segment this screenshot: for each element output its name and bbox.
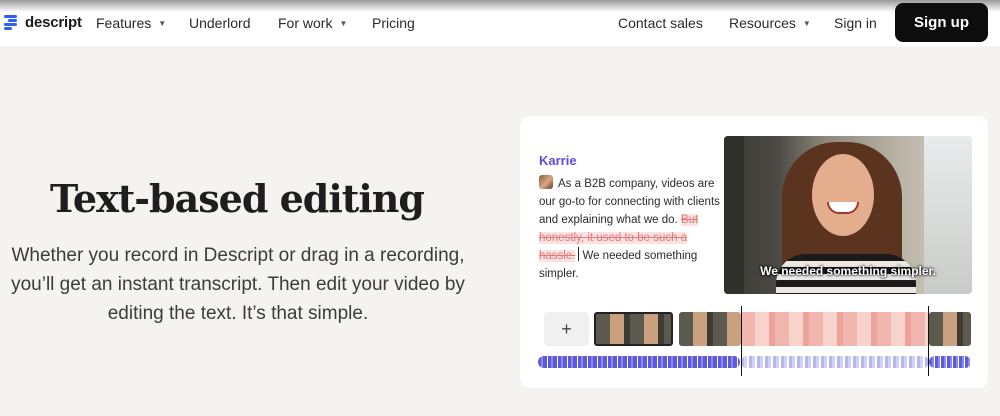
nav-resources[interactable]: Resources ▼ [729, 15, 811, 31]
sign-in-link[interactable]: Sign in [834, 15, 877, 31]
nav-underlord-label: Underlord [189, 15, 251, 31]
nav-contact-sales[interactable]: Contact sales [618, 15, 703, 31]
nav-pricing[interactable]: Pricing [372, 15, 415, 31]
descript-logo[interactable]: descript [4, 14, 82, 31]
browser-shadow [0, 0, 1000, 12]
nav-pricing-label: Pricing [372, 15, 415, 31]
chevron-down-icon: ▼ [339, 18, 348, 28]
video-preview[interactable]: We needed something simpler. [724, 136, 972, 294]
timeline-clip[interactable] [929, 312, 971, 346]
transcript-text[interactable]: As a B2B company, videos are our go-to f… [539, 175, 725, 283]
audio-waveform [929, 356, 971, 368]
audio-waveform [538, 356, 740, 368]
editor-demo-card: Karrie As a B2B company, videos are our … [520, 116, 988, 388]
timeline[interactable]: + [520, 306, 988, 378]
top-navigation: descript Features ▼ Underlord For work ▼… [0, 0, 1000, 46]
video-caption: We needed something simpler. [760, 264, 936, 278]
hero-description: Whether you record in Descript or drag i… [11, 245, 465, 324]
nav-for-work[interactable]: For work ▼ [278, 15, 347, 31]
sign-in-label: Sign in [834, 15, 877, 31]
nav-features-label: Features [96, 15, 152, 31]
nav-for-work-label: For work [278, 15, 333, 31]
hero-title: Text-based editing [49, 176, 425, 221]
timeline-clip-selected[interactable] [594, 312, 673, 346]
timeline-clip-deleted[interactable] [741, 312, 929, 346]
speaker-face [812, 154, 874, 236]
text-cursor [578, 247, 580, 261]
timeline-clip[interactable] [679, 312, 741, 346]
deletion-end-marker [928, 306, 929, 376]
nav-underlord[interactable]: Underlord [189, 15, 250, 31]
speaker-label: Karrie [539, 153, 577, 168]
chevron-down-icon: ▼ [802, 18, 811, 28]
descript-logo-icon [4, 15, 20, 30]
nav-features[interactable]: Features ▼ [96, 15, 166, 31]
nav-resources-label: Resources [729, 15, 796, 31]
audio-waveform-deleted [741, 356, 929, 368]
nav-contact-sales-label: Contact sales [618, 15, 703, 31]
brand-name: descript [25, 14, 82, 31]
deletion-start-marker [741, 306, 742, 376]
add-clip-button[interactable]: + [544, 312, 589, 346]
sign-up-button[interactable]: Sign up [895, 3, 988, 42]
speaker-avatar [539, 175, 553, 189]
chevron-down-icon: ▼ [158, 18, 167, 28]
